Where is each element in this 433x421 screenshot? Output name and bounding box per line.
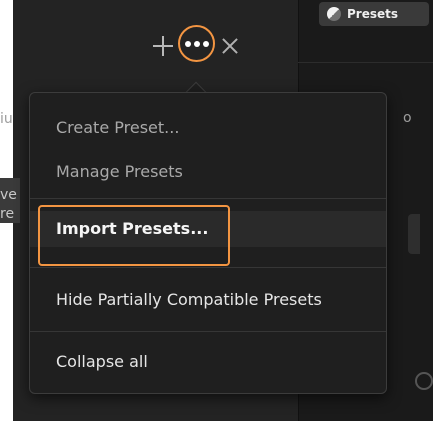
background-text-right: o xyxy=(403,110,412,126)
presets-tab[interactable]: Presets xyxy=(319,2,429,26)
menu-separator xyxy=(30,198,386,199)
right-panel-divider xyxy=(298,62,433,63)
menu-item-import-presets[interactable]: Import Presets... xyxy=(30,211,386,247)
menu-separator xyxy=(30,267,386,268)
menu-separator xyxy=(30,331,386,332)
menu-item-label: Hide Partially Compatible Presets xyxy=(56,290,322,309)
preset-options-menu: Create Preset... Manage Presets Import P… xyxy=(29,92,387,394)
background-knob xyxy=(415,372,433,390)
menu-item-manage-presets[interactable]: Manage Presets xyxy=(30,154,386,190)
menu-item-collapse-all[interactable]: Collapse all xyxy=(30,344,386,380)
presets-icon xyxy=(327,7,341,21)
menu-item-create-preset[interactable]: Create Preset... xyxy=(30,110,386,146)
background-text-left: re xyxy=(0,206,15,222)
more-options-icon[interactable] xyxy=(180,27,213,60)
close-icon[interactable] xyxy=(222,38,238,54)
plus-icon[interactable] xyxy=(153,36,173,56)
background-text-left: iu xyxy=(0,111,13,127)
background-side-tab xyxy=(408,214,420,254)
menu-item-label: Create Preset... xyxy=(56,118,180,137)
menu-item-label: Import Presets... xyxy=(56,219,209,238)
menu-item-label: Manage Presets xyxy=(56,162,183,181)
background-text-left: ve xyxy=(0,187,17,203)
presets-tab-label: Presets xyxy=(347,7,399,21)
menu-item-label: Collapse all xyxy=(56,352,148,371)
menu-item-hide-partially-compatible[interactable]: Hide Partially Compatible Presets xyxy=(30,282,386,318)
